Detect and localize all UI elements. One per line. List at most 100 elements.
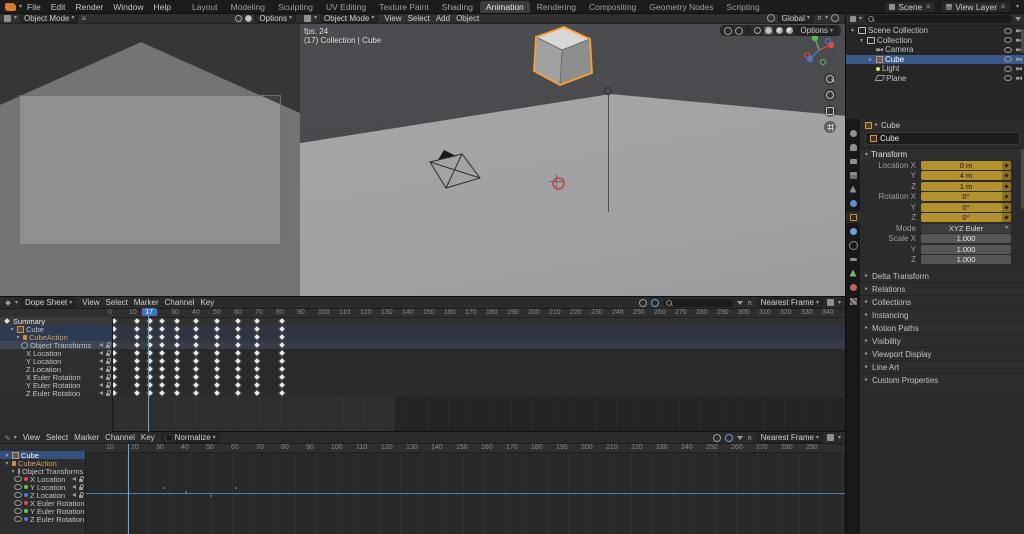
- expand-icon[interactable]: ▾: [4, 460, 10, 467]
- object-name-field[interactable]: Cube: [865, 132, 1020, 145]
- keyframe[interactable]: [252, 332, 262, 342]
- keyframe[interactable]: [158, 332, 167, 342]
- keyframe[interactable]: [212, 324, 222, 334]
- workspace-tab-sculpting[interactable]: Sculpting: [272, 1, 319, 13]
- mute-icon[interactable]: [99, 391, 103, 395]
- proportional-editing-icon[interactable]: [831, 14, 839, 22]
- keyframe[interactable]: [158, 388, 167, 398]
- workspace-tab-compositing[interactable]: Compositing: [583, 1, 642, 13]
- disable-in-renders-icon[interactable]: [1016, 76, 1022, 81]
- props-tab-object[interactable]: [846, 211, 860, 223]
- expand-icon[interactable]: ▾: [858, 37, 865, 44]
- props-section-motion-paths[interactable]: ▸ Motion Paths: [860, 321, 1024, 334]
- scene-selector[interactable]: Scene ✕: [884, 0, 937, 13]
- expand-icon[interactable]: ▾: [9, 326, 15, 333]
- hide-in-viewport-icon[interactable]: [1004, 37, 1012, 44]
- keyframe[interactable]: [252, 380, 262, 390]
- props-tab-texture[interactable]: [846, 295, 860, 307]
- channel-search[interactable]: [663, 298, 734, 307]
- workspace-tab-animation[interactable]: Animation: [479, 0, 530, 13]
- normalize-checkbox[interactable]: [164, 433, 173, 442]
- close-icon[interactable]: ✕: [925, 3, 931, 11]
- lock-icon[interactable]: [79, 492, 84, 498]
- rendered-shading-icon[interactable]: [786, 27, 794, 34]
- channel-z-euler-rotation[interactable]: Z Euler Rotation: [0, 515, 85, 524]
- transform-field-7[interactable]: 1.000: [921, 234, 1011, 244]
- transform-field-5[interactable]: 0°: [921, 213, 1011, 223]
- dope-sheet-menu-channel[interactable]: Channel: [162, 298, 198, 307]
- keyframe[interactable]: [132, 340, 142, 350]
- cube-object[interactable]: [516, 23, 600, 91]
- workspace-tab-layout[interactable]: Layout: [186, 1, 224, 13]
- proportional-editing-icon[interactable]: [826, 434, 834, 441]
- keyframe[interactable]: [233, 372, 243, 382]
- hide-in-viewport-icon[interactable]: [1004, 75, 1012, 82]
- graph-editor-menu-view[interactable]: View: [20, 433, 43, 442]
- keyframe[interactable]: [212, 356, 222, 366]
- keyframe[interactable]: [252, 340, 262, 350]
- transform-field-3[interactable]: 0°: [921, 192, 1011, 202]
- show-hidden-icon[interactable]: [651, 298, 660, 307]
- keyframe-indicator[interactable]: [1002, 192, 1011, 202]
- mute-icon[interactable]: [72, 477, 76, 481]
- props-section-line-art[interactable]: ▸ Line Art: [860, 360, 1024, 373]
- keyframe[interactable]: [158, 372, 167, 382]
- visibility-icon[interactable]: [14, 476, 22, 482]
- keyframe[interactable]: [191, 324, 201, 334]
- keyframe[interactable]: [191, 317, 201, 326]
- lock-icon[interactable]: [106, 374, 111, 380]
- dope-sheet-menu-select[interactable]: Select: [103, 298, 131, 307]
- keyframe[interactable]: [172, 340, 182, 350]
- expand-icon[interactable]: ▾: [15, 334, 21, 341]
- props-tab-constraints[interactable]: [846, 253, 860, 265]
- only-selected-icon[interactable]: [639, 298, 648, 307]
- props-tab-modifiers[interactable]: [846, 225, 860, 237]
- keyframe[interactable]: [132, 372, 142, 382]
- menu-window[interactable]: Window: [108, 2, 148, 12]
- lock-icon[interactable]: [106, 342, 111, 348]
- chevron-down-icon[interactable]: ▾: [14, 15, 17, 21]
- keyframe[interactable]: [212, 380, 222, 390]
- keyframe[interactable]: [252, 372, 262, 382]
- snap-magnet-icon[interactable]: ∪: [817, 14, 822, 22]
- lock-icon[interactable]: [106, 382, 111, 388]
- zoom-tool[interactable]: [824, 73, 836, 85]
- mute-icon[interactable]: [99, 383, 103, 387]
- visibility-icon[interactable]: [14, 508, 22, 514]
- orientation-dropdown[interactable]: Global ▾: [777, 13, 814, 23]
- viewport-menu-add[interactable]: Add: [433, 14, 453, 23]
- keyframe[interactable]: [191, 380, 201, 390]
- keyframe-indicator[interactable]: [1002, 202, 1011, 212]
- workspace-tab-uv-editing[interactable]: UV Editing: [320, 1, 372, 13]
- chevron-down-icon[interactable]: ▾: [825, 15, 828, 21]
- move-view-tool[interactable]: [824, 89, 836, 101]
- transform-field-9[interactable]: 1.000: [921, 255, 1011, 265]
- keyframe[interactable]: [277, 372, 287, 382]
- keyframe[interactable]: [277, 364, 287, 374]
- chevron-down-icon[interactable]: ▾: [838, 435, 841, 441]
- graph-editor-menu-channel[interactable]: Channel: [102, 433, 138, 442]
- editor-type-icon[interactable]: [5, 299, 11, 306]
- lock-icon[interactable]: [106, 350, 111, 356]
- keyframe[interactable]: [172, 364, 182, 374]
- keyframe[interactable]: [277, 380, 287, 390]
- snap-magnet-icon[interactable]: ∪: [747, 434, 752, 442]
- camera-object[interactable]: [426, 146, 488, 192]
- workspace-tab-scripting[interactable]: Scripting: [721, 1, 766, 13]
- camera-viewport[interactable]: ▾ Object Mode ▾ ≡ Options ▾: [0, 13, 301, 296]
- hide-in-viewport-icon[interactable]: [1004, 56, 1012, 63]
- props-section-delta-transform[interactable]: ▸ Delta Transform: [860, 269, 1024, 282]
- keyframe[interactable]: [252, 356, 262, 366]
- keyframe[interactable]: [212, 317, 222, 326]
- keyframe[interactable]: [132, 317, 142, 326]
- props-section-collections[interactable]: ▸ Collections: [860, 295, 1024, 308]
- dope-sheet-menu-view[interactable]: View: [79, 298, 102, 307]
- keyframe[interactable]: [191, 356, 201, 366]
- visibility-icon[interactable]: [14, 516, 22, 522]
- expand-icon[interactable]: ▸: [867, 56, 874, 63]
- keyframe[interactable]: [233, 348, 243, 358]
- keyframe[interactable]: [191, 340, 201, 350]
- channel-summary[interactable]: Summary: [0, 317, 112, 326]
- keyframe[interactable]: [252, 388, 262, 398]
- keyframe[interactable]: [252, 364, 262, 374]
